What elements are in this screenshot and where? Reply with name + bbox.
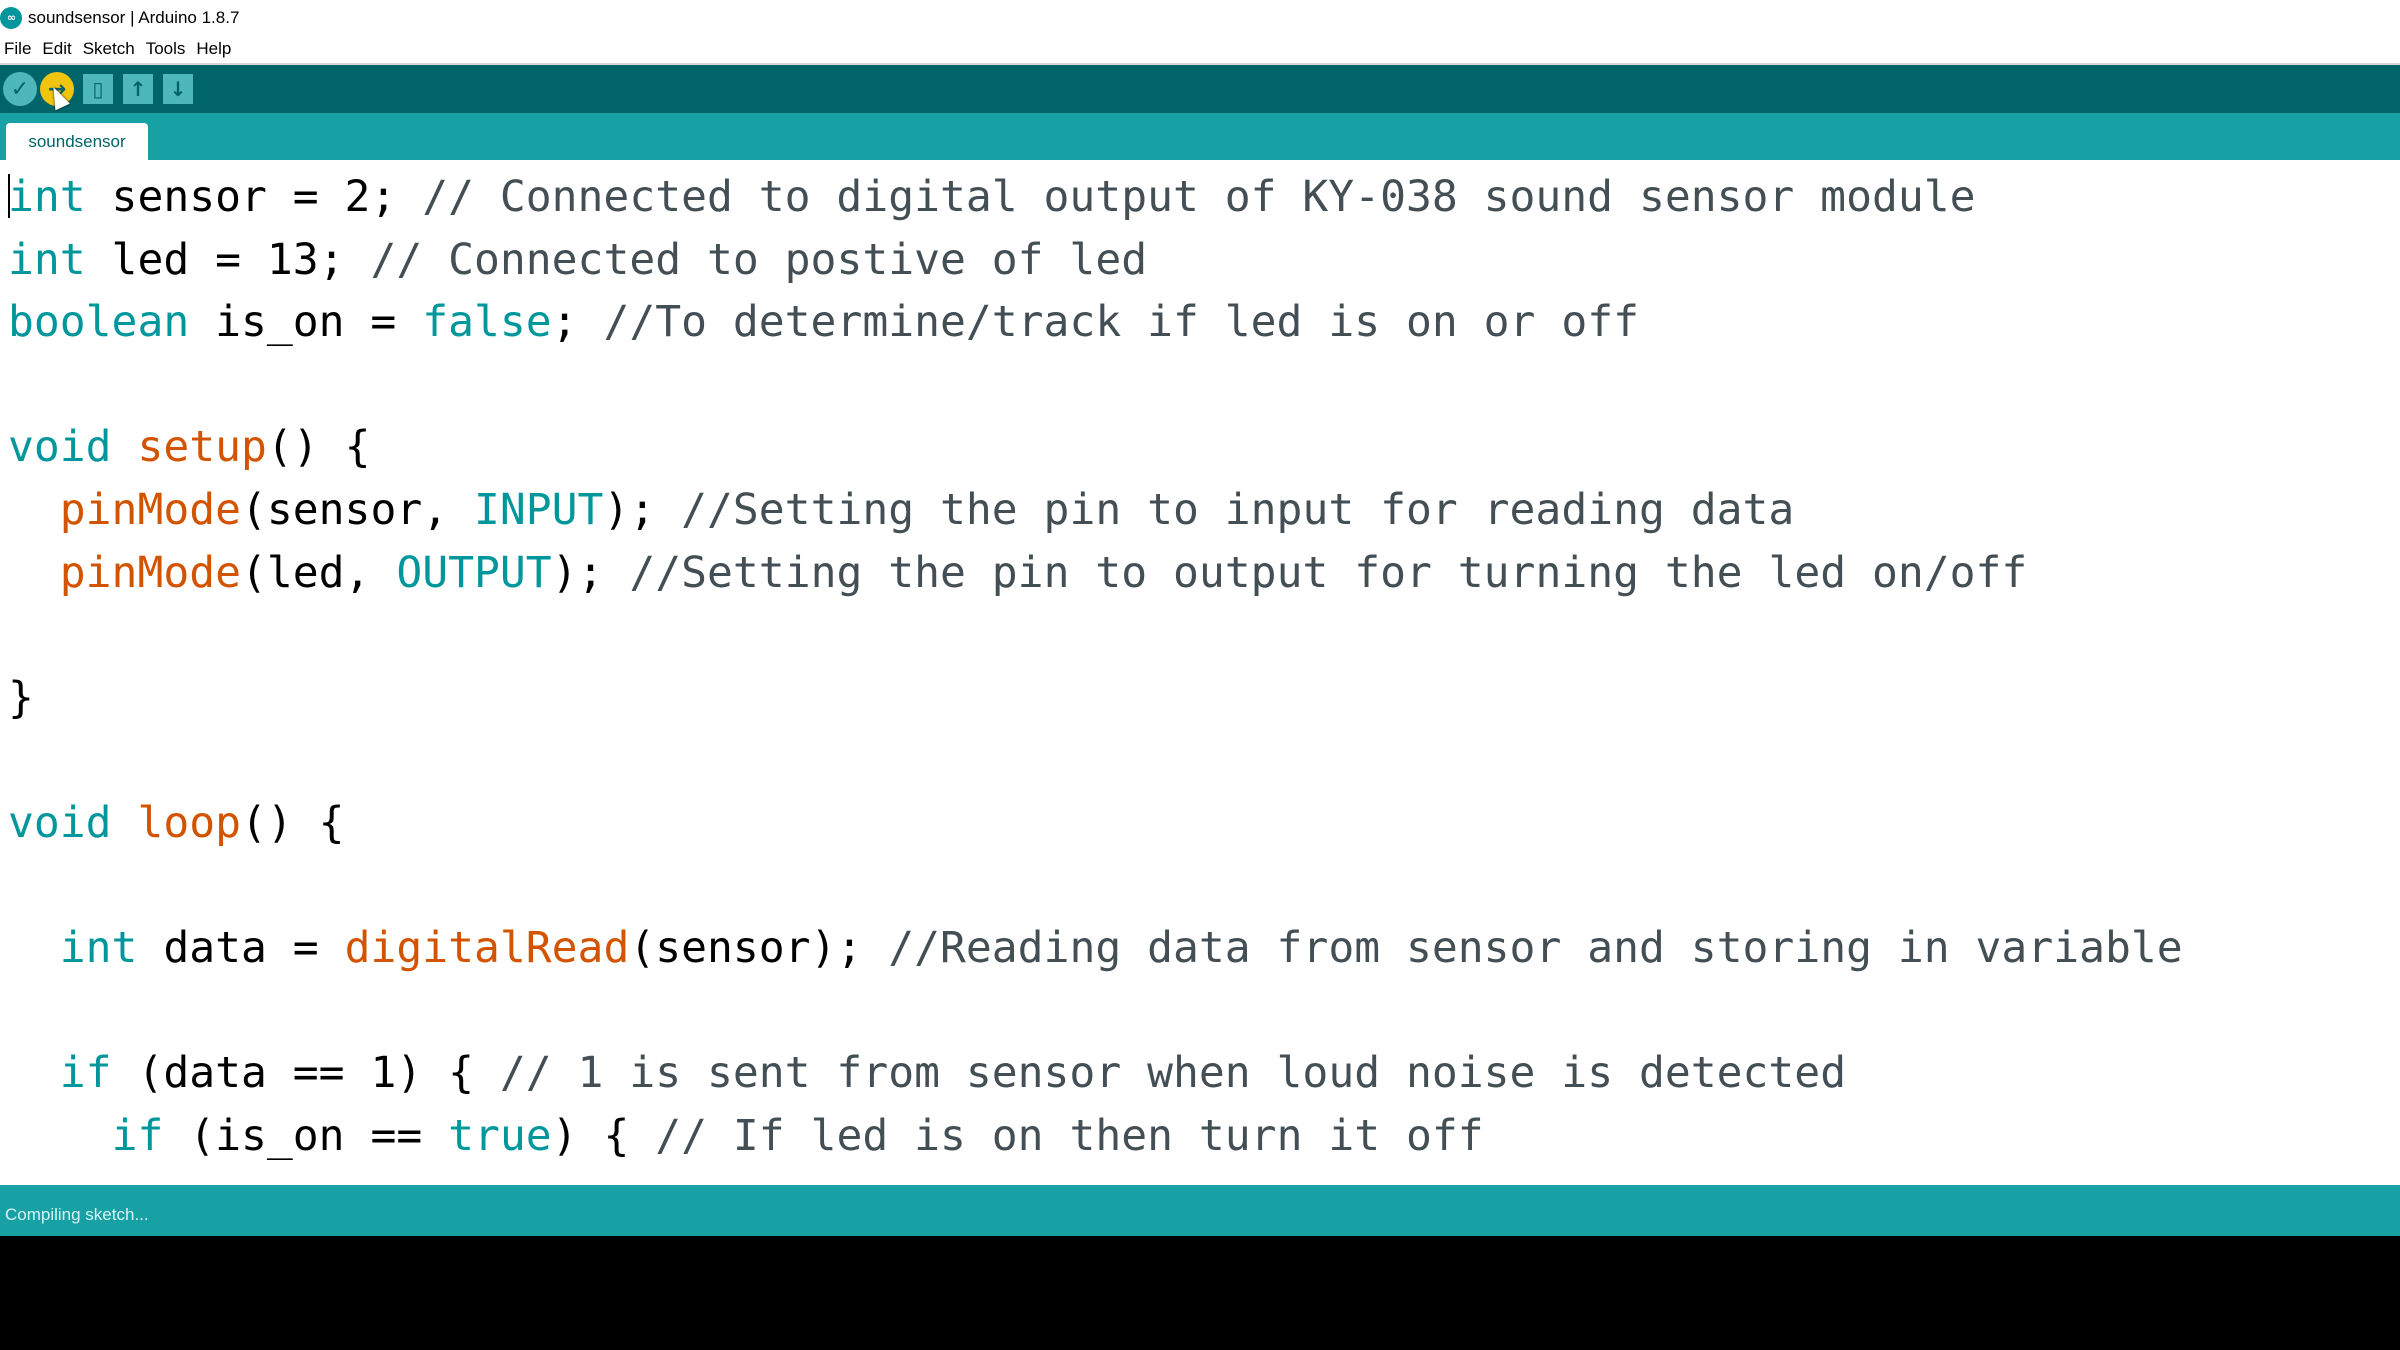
code-keyword: int: [8, 172, 86, 222]
code-keyword: if: [111, 1111, 164, 1161]
tab-soundsensor[interactable]: soundsensor: [6, 123, 148, 160]
menu-tools[interactable]: Tools: [144, 39, 193, 59]
code-line: int sensor = 2; // Connected to digital …: [8, 166, 1976, 228]
open-button[interactable]: ↑: [123, 74, 153, 104]
code-keyword: true: [448, 1111, 552, 1161]
code-text: ;: [551, 297, 604, 348]
code-text: (sensor);: [629, 923, 889, 974]
code-text: ) {: [551, 1111, 656, 1161]
code-text: sensor = 2;: [85, 172, 423, 222]
code-function: pinMode: [59, 485, 241, 535]
code-function: setup: [137, 422, 267, 473]
code-line: pinMode(led, OUTPUT); //Setting the pin …: [8, 542, 2028, 604]
code-text: (is_on ==: [163, 1111, 449, 1161]
menu-edit[interactable]: Edit: [40, 39, 78, 59]
window-title: soundsensor | Arduino 1.8.7: [28, 7, 240, 27]
code-comment: //Setting the pin to output for turning …: [629, 547, 2028, 598]
code-comment: //Reading data from sensor and storing i…: [888, 923, 2183, 974]
code-text: () {: [241, 798, 345, 848]
up-arrow-icon: ↑: [129, 77, 147, 101]
code-line: }: [8, 667, 34, 729]
code-text: data =: [137, 923, 345, 974]
code-text: led = 13;: [85, 234, 371, 285]
menu-help[interactable]: Help: [194, 39, 238, 59]
code-function: pinMode: [59, 547, 241, 598]
code-line: boolean is_on = false; //To determine/tr…: [8, 291, 1639, 353]
save-button[interactable]: ↓: [163, 74, 193, 104]
code-keyword: false: [422, 297, 552, 348]
code-keyword: int: [8, 234, 86, 285]
code-keyword: void: [8, 798, 112, 848]
code-text: is_on =: [189, 297, 423, 348]
code-comment: // If led is on then turn it off: [655, 1111, 1484, 1161]
code-text: (sensor,: [241, 485, 474, 535]
code-comment: // Connected to digital output of KY-038…: [422, 172, 1976, 222]
status-bar: Compiling sketch...: [0, 1185, 2400, 1236]
code-text: );: [551, 547, 630, 598]
menu-sketch[interactable]: Sketch: [81, 39, 142, 59]
code-text: (data == 1) {: [111, 1048, 500, 1099]
status-text: Compiling sketch...: [5, 1205, 149, 1224]
code-function: loop: [137, 798, 242, 848]
code-text: }: [8, 672, 34, 723]
code-comment: //To determine/track if led is on or off: [603, 297, 1639, 348]
arduino-logo-icon: ∞: [0, 6, 22, 29]
title-bar: ∞ soundsensor | Arduino 1.8.7: [0, 0, 2400, 35]
code-comment: // Connected to postive of led: [370, 234, 1148, 285]
new-button[interactable]: ▯: [83, 74, 113, 104]
menu-bar: File Edit Sketch Tools Help: [0, 35, 2400, 65]
code-keyword: void: [8, 422, 112, 473]
code-function: digitalRead: [344, 923, 630, 974]
code-text: );: [603, 485, 682, 535]
code-keyword: boolean: [8, 297, 190, 348]
code-keyword: INPUT: [474, 485, 604, 535]
code-keyword: OUTPUT: [396, 547, 552, 598]
code-line: if (data == 1) { // 1 is sent from senso…: [8, 1042, 1846, 1104]
checkmark-icon: ✓: [10, 76, 30, 102]
menu-file[interactable]: File: [2, 39, 38, 59]
code-line: if (is_on == true) { // If led is on the…: [8, 1105, 1484, 1167]
tab-bar: soundsensor: [0, 113, 2400, 160]
down-arrow-icon: ↓: [169, 77, 187, 101]
code-text: (led,: [241, 547, 397, 598]
code-line: pinMode(sensor, INPUT); //Setting the pi…: [8, 479, 1795, 541]
code-line: void setup() {: [8, 416, 370, 478]
console-output[interactable]: [0, 1236, 2400, 1350]
code-text: () {: [266, 422, 371, 473]
code-editor[interactable]: int sensor = 2; // Connected to digital …: [0, 160, 2400, 1185]
code-keyword: if: [59, 1048, 112, 1099]
arduino-ide-window: ∞ soundsensor | Arduino 1.8.7 File Edit …: [0, 0, 2400, 1350]
code-comment: // 1 is sent from sensor when loud noise…: [499, 1048, 1847, 1099]
code-line: int led = 13; // Connected to postive of…: [8, 229, 1147, 291]
code-comment: //Setting the pin to input for reading d…: [681, 485, 1795, 535]
code-line: void loop() {: [8, 792, 345, 854]
verify-button[interactable]: ✓: [3, 72, 37, 106]
code-keyword: int: [59, 923, 138, 974]
toolbar: ✓ → ▯ ↑ ↓: [0, 65, 2400, 113]
code-line: int data = digitalRead(sensor); //Readin…: [8, 917, 2183, 979]
new-file-icon: ▯: [92, 77, 104, 101]
